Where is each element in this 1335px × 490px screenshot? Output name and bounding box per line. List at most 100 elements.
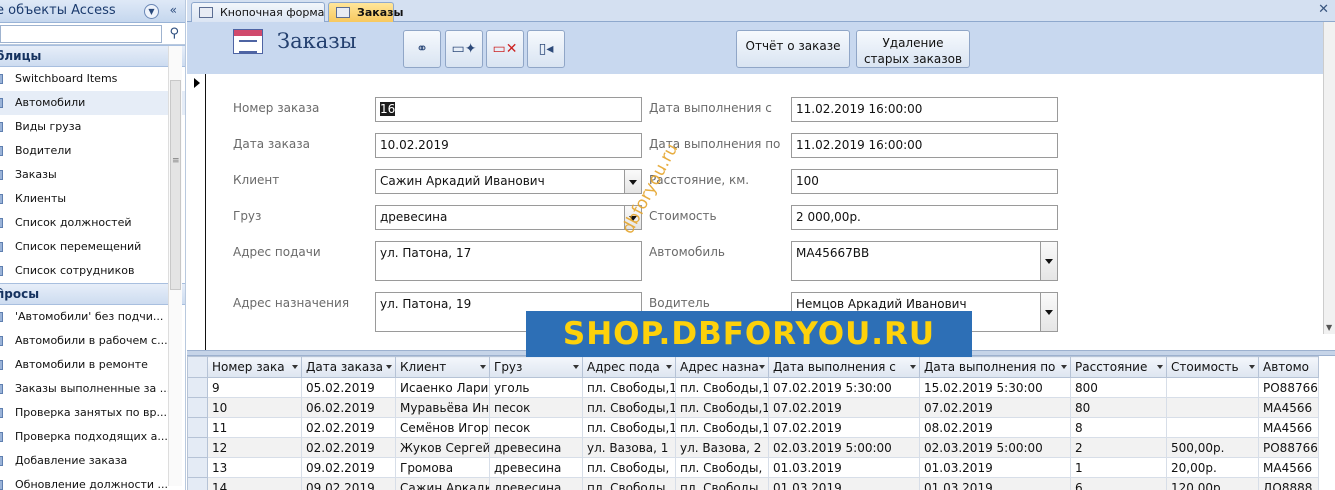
table-cell[interactable]: пл. Свободы,: [582, 457, 676, 478]
table-cell[interactable]: пл. Свободы,1: [675, 397, 769, 418]
table-cell[interactable]: 1: [1070, 457, 1167, 478]
table-cell[interactable]: ДО8888: [1258, 477, 1319, 490]
table-cell[interactable]: 07.02.2019: [768, 397, 920, 418]
sort-dropdown-icon[interactable]: [480, 365, 486, 369]
cargo-combobox[interactable]: древесина: [375, 205, 642, 230]
nav-item[interactable]: Автомобили в рабочем с...: [0, 329, 185, 353]
table-cell[interactable]: древесина: [489, 457, 583, 478]
table-cell[interactable]: Жуков Сергей: [395, 437, 490, 458]
collapse-arrows-icon[interactable]: «: [170, 3, 177, 17]
table-cell[interactable]: 500,00р.: [1166, 437, 1259, 458]
search-icon[interactable]: ⚲: [169, 26, 179, 41]
table-row[interactable]: 12 02.02.2019 Жуков Сергей древесина ул. Ваз…: [187, 437, 1319, 458]
column-header[interactable]: Клиент: [395, 356, 490, 378]
cost-field[interactable]: 2 000,00р.: [791, 205, 1058, 230]
column-header[interactable]: Автомо: [1258, 356, 1319, 378]
table-cell[interactable]: РО88766: [1258, 437, 1319, 458]
dropdown-arrow-icon[interactable]: [1040, 293, 1057, 331]
sort-dropdown-icon[interactable]: [1249, 365, 1255, 369]
new-record-button[interactable]: ▭✦: [445, 30, 483, 68]
table-cell[interactable]: пл. Свободы,1: [675, 377, 769, 398]
distance-field[interactable]: 100: [791, 169, 1058, 194]
column-header[interactable]: Стоимость: [1166, 356, 1259, 378]
column-header[interactable]: Дата выполнения по: [919, 356, 1071, 378]
nav-item[interactable]: Добавление заказа: [0, 449, 185, 473]
date-from-field[interactable]: 11.02.2019 16:00:00: [791, 97, 1058, 122]
nav-item[interactable]: Проверка подходящих а...: [0, 425, 185, 449]
table-cell[interactable]: [1166, 397, 1259, 418]
table-cell[interactable]: Исаенко Лари: [395, 377, 490, 398]
date-to-field[interactable]: 11.02.2019 16:00:00: [791, 133, 1058, 158]
table-cell[interactable]: древесина: [489, 437, 583, 458]
nav-item[interactable]: Автомобили: [0, 91, 185, 115]
sort-dropdown-icon[interactable]: [1061, 365, 1067, 369]
table-cell[interactable]: ул. Вазова, 2: [675, 437, 769, 458]
row-selector[interactable]: [187, 457, 208, 478]
nav-item[interactable]: 'Автомобили' без подчи...: [0, 305, 185, 329]
order-report-button[interactable]: Отчёт о заказе: [736, 30, 850, 68]
column-header[interactable]: Груз: [489, 356, 583, 378]
table-cell[interactable]: уголь: [489, 377, 583, 398]
table-cell[interactable]: 11: [207, 417, 302, 438]
table-cell[interactable]: 14: [207, 477, 302, 490]
table-cell[interactable]: 800: [1070, 377, 1167, 398]
nav-item[interactable]: Проверка занятых по вр...: [0, 401, 185, 425]
table-cell[interactable]: пл. Свободы,: [675, 477, 769, 490]
table-cell[interactable]: ул. Вазова, 1: [582, 437, 676, 458]
sort-dropdown-icon[interactable]: [1157, 365, 1163, 369]
delete-old-orders-button[interactable]: Удаление старых заказов: [856, 30, 970, 68]
table-cell[interactable]: 02.03.2019 5:00:00: [768, 437, 920, 458]
nav-item[interactable]: Автомобили в ремонте: [0, 353, 185, 377]
table-cell[interactable]: 07.02.2019 5:30:00: [768, 377, 920, 398]
table-cell[interactable]: 08.02.2019: [919, 417, 1071, 438]
chevron-up-icon[interactable]: ⌃: [0, 286, 157, 299]
table-cell[interactable]: 09.02.2019: [301, 457, 396, 478]
nav-item[interactable]: Switchboard Items: [0, 67, 185, 91]
chevron-down-icon[interactable]: ▼: [144, 4, 159, 19]
table-cell[interactable]: 12: [207, 437, 302, 458]
table-cell[interactable]: 01.03.2019: [919, 457, 1071, 478]
table-cell[interactable]: РО88766: [1258, 377, 1319, 398]
nav-pane-title[interactable]: е объекты Access ▼ «: [0, 0, 185, 23]
table-cell[interactable]: пл. Свободы,1: [582, 397, 676, 418]
chevron-up-icon[interactable]: ⌃: [0, 48, 157, 61]
table-cell[interactable]: песок: [489, 397, 583, 418]
table-cell[interactable]: 06.02.2019: [301, 397, 396, 418]
sort-dropdown-icon[interactable]: [910, 365, 916, 369]
nav-item[interactable]: Клиенты: [0, 187, 185, 211]
column-header[interactable]: Расстояние: [1070, 356, 1167, 378]
nav-group-header[interactable]: блицы⌃: [0, 45, 185, 67]
nav-item[interactable]: Обновление должности ...: [0, 473, 185, 490]
table-cell[interactable]: 01.03.2019: [768, 477, 920, 490]
sort-dropdown-icon[interactable]: [573, 365, 579, 369]
table-cell[interactable]: МА4566: [1258, 417, 1319, 438]
table-cell[interactable]: 01.03.2019: [919, 477, 1071, 490]
nav-item[interactable]: Заказы выполненные за ...: [0, 377, 185, 401]
column-header[interactable]: Адрес пода: [582, 356, 676, 378]
table-cell[interactable]: пл. Свободы,1: [582, 377, 676, 398]
order-date-field[interactable]: 10.02.2019: [375, 133, 642, 158]
car-combobox[interactable]: МА45667ВВ: [791, 241, 1058, 281]
tab-orders[interactable]: Заказы: [328, 2, 403, 22]
table-cell[interactable]: МА4566: [1258, 397, 1319, 418]
table-cell[interactable]: 20,00р.: [1166, 457, 1259, 478]
row-selector[interactable]: [187, 397, 208, 418]
scroll-down-icon[interactable]: ▼: [1326, 323, 1332, 332]
table-cell[interactable]: 01.03.2019: [768, 457, 920, 478]
table-cell[interactable]: пл. Свободы,: [582, 477, 676, 490]
nav-item[interactable]: Список должностей: [0, 211, 185, 235]
table-row[interactable]: 11 02.02.2019 Семёнов Игор песок пл. Свободы…: [187, 417, 1319, 438]
table-row[interactable]: 9 05.02.2019 Исаенко Лари уголь пл. Свободы,…: [187, 377, 1319, 398]
nav-item[interactable]: Список перемещений: [0, 235, 185, 259]
table-row[interactable]: 14 09.02.2019 Сажин Аркадк древесина пл. Сво…: [187, 477, 1319, 490]
column-header[interactable]: Адрес назна: [675, 356, 769, 378]
pickup-address-field[interactable]: ул. Патона, 17: [375, 241, 642, 281]
find-record-button[interactable]: ⚭: [403, 30, 441, 68]
nav-scroll-thumb[interactable]: [170, 80, 181, 290]
nav-item[interactable]: Список сотрудников: [0, 259, 185, 283]
record-selector[interactable]: [187, 74, 206, 350]
table-cell[interactable]: 02.03.2019 5:00:00: [919, 437, 1071, 458]
table-cell[interactable]: 13: [207, 457, 302, 478]
table-cell[interactable]: МА4566: [1258, 457, 1319, 478]
table-cell[interactable]: 2: [1070, 437, 1167, 458]
